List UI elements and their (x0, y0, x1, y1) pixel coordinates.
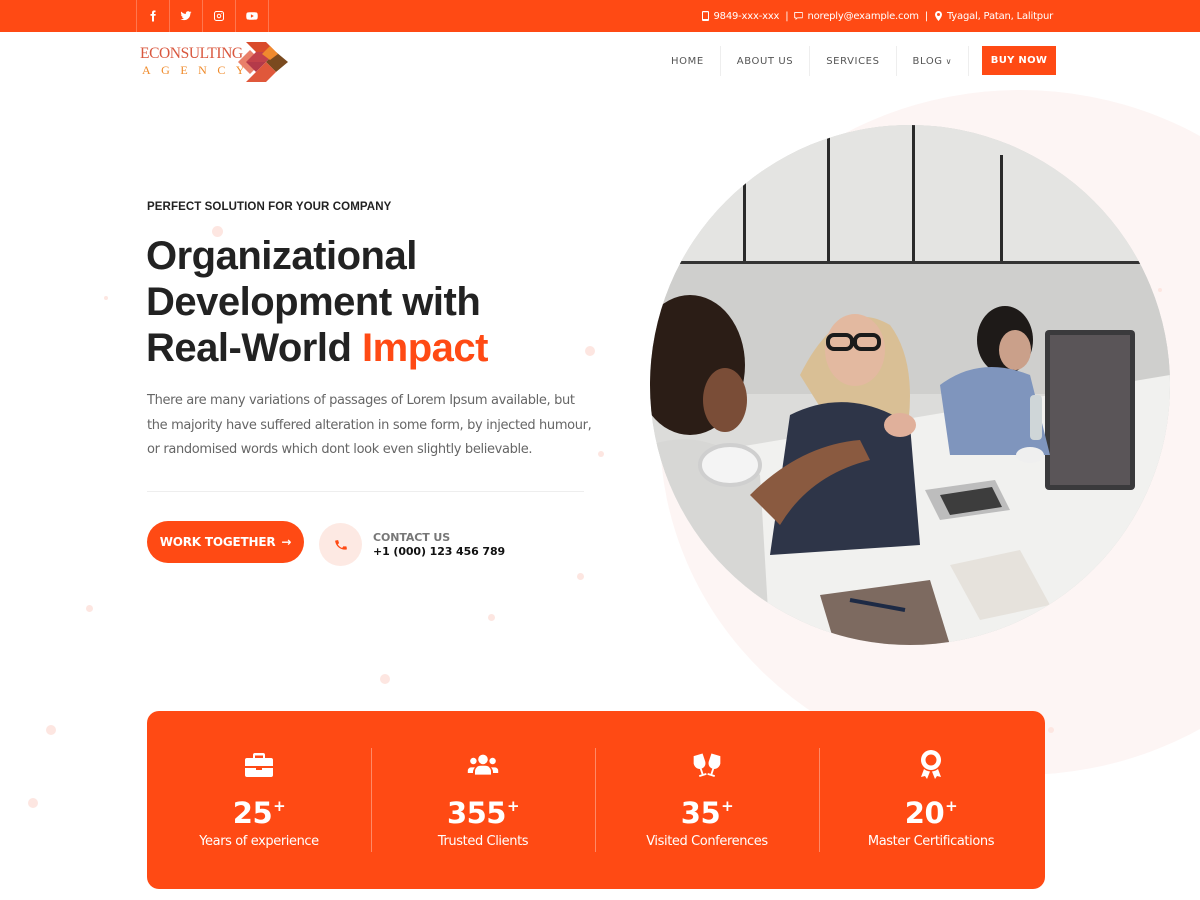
facebook-icon (150, 10, 156, 22)
stat-number: 355 (446, 796, 507, 830)
message-icon (794, 11, 804, 21)
twitter-icon (180, 11, 192, 21)
stat-suffix: + (273, 797, 286, 815)
hero-title-accent: Impact (362, 326, 488, 370)
mobile-phone-icon (701, 11, 709, 21)
hero-team-photo (650, 125, 1170, 645)
hero-title-line-1: Organizational (146, 234, 417, 278)
instagram-link[interactable] (203, 0, 236, 32)
decorative-dot (104, 296, 108, 300)
stat-number: 25 (232, 796, 273, 830)
decorative-dot (46, 725, 56, 735)
arrow-right-icon: → (281, 535, 292, 549)
stat-value: 20+ (904, 789, 958, 830)
contact-phone-number[interactable]: +1 (000) 123 456 789 (373, 545, 505, 558)
top-email-text: noreply@example.com (807, 10, 919, 22)
stat-label: Visited Conferences (646, 834, 768, 849)
award-icon (921, 750, 941, 779)
nav-blog[interactable]: BLOG ∨ (897, 46, 970, 76)
phone-icon (334, 539, 347, 550)
instagram-icon (214, 11, 224, 21)
work-together-button[interactable]: WORK TOGETHER → (147, 521, 304, 563)
chevron-down-icon: ∨ (945, 56, 953, 66)
stat-number: 20 (904, 796, 945, 830)
stat-item: 355+ Trusted Clients (371, 711, 595, 889)
decorative-dot (380, 674, 390, 684)
top-address: Tyagal, Patan, Lalitpur (934, 11, 1053, 22)
logo-arrow-icon (238, 42, 288, 82)
hero-title-line-2: Development with (146, 280, 481, 324)
stat-value: 355+ (446, 789, 520, 830)
nav-services[interactable]: SERVICES (810, 46, 897, 76)
social-links (136, 0, 269, 32)
logo[interactable]: ECONSULTING AGENCY (140, 40, 295, 82)
stat-label: Trusted Clients (437, 834, 529, 849)
main-nav: HOME ABOUT US SERVICES BLOG ∨ (655, 46, 1009, 76)
nav-about-us[interactable]: ABOUT US (721, 46, 811, 76)
top-phone-text: 9849-xxx-xxx (713, 10, 780, 22)
stat-item: 35+ Visited Conferences (595, 711, 819, 889)
decorative-dot (1158, 288, 1162, 292)
facebook-link[interactable] (137, 0, 170, 32)
youtube-link[interactable] (236, 0, 269, 32)
glasses-cheers-icon (693, 753, 721, 777)
top-email[interactable]: noreply@example.com (794, 10, 919, 22)
nav-home[interactable]: HOME (655, 46, 721, 76)
decorative-dot (86, 605, 93, 612)
site-header: ECONSULTING AGENCY HOME ABOUT US SERVICE… (0, 32, 1200, 90)
decorative-dot (488, 614, 495, 621)
separator: | (924, 10, 928, 22)
hero-title: Organizational Development with Real-Wor… (146, 233, 606, 371)
team-photo-illustration (650, 125, 1170, 645)
hero-eyebrow: PERFECT SOLUTION FOR YOUR COMPANY (147, 201, 392, 213)
twitter-link[interactable] (170, 0, 203, 32)
buy-now-button[interactable]: BUY NOW (982, 46, 1056, 75)
hero-title-line-3: Real-World (146, 326, 363, 370)
nav-about-label: ABOUT US (736, 55, 794, 67)
stat-item: 20+ Master Certifications (819, 711, 1043, 889)
stat-label: Years of experience (199, 834, 319, 849)
stat-value: 35+ (680, 789, 734, 830)
contact-phone-button[interactable] (319, 523, 362, 566)
contact-us-label: CONTACT US (373, 531, 451, 544)
top-contact-info: 9849-xxx-xxx | noreply@example.com | Tya… (701, 0, 1053, 32)
top-bar: 9849-xxx-xxx | noreply@example.com | Tya… (0, 0, 1200, 32)
separator: | (785, 10, 789, 22)
hero-divider (147, 491, 584, 492)
nav-blog-label: BLOG (912, 55, 943, 67)
map-marker-icon (934, 11, 942, 21)
stat-label: Master Certifications (867, 834, 995, 849)
nav-home-label: HOME (671, 55, 704, 67)
briefcase-icon (245, 753, 273, 777)
users-icon (467, 754, 499, 775)
youtube-icon (246, 12, 258, 20)
work-together-label: WORK TOGETHER (159, 535, 276, 549)
hero-description: There are many variations of passages of… (147, 393, 592, 457)
decorative-dot (1048, 727, 1054, 733)
top-phone[interactable]: 9849-xxx-xxx (701, 10, 780, 22)
stat-suffix: + (506, 797, 520, 815)
decorative-dot (28, 798, 38, 808)
stat-item: 25+ Years of experience (147, 711, 371, 889)
stat-number: 35 (680, 796, 721, 830)
logo-text-primary: ECONSULTING (140, 45, 243, 62)
stat-value: 25+ (232, 789, 286, 830)
stats-band: 25+ Years of experience 355+ Trusted Cli… (147, 711, 1045, 889)
stat-suffix: + (721, 797, 734, 815)
decorative-dot (598, 451, 604, 457)
stat-suffix: + (945, 797, 958, 815)
nav-services-label: SERVICES (826, 55, 880, 67)
decorative-dot (577, 573, 584, 580)
top-address-text: Tyagal, Patan, Lalitpur (946, 10, 1053, 22)
